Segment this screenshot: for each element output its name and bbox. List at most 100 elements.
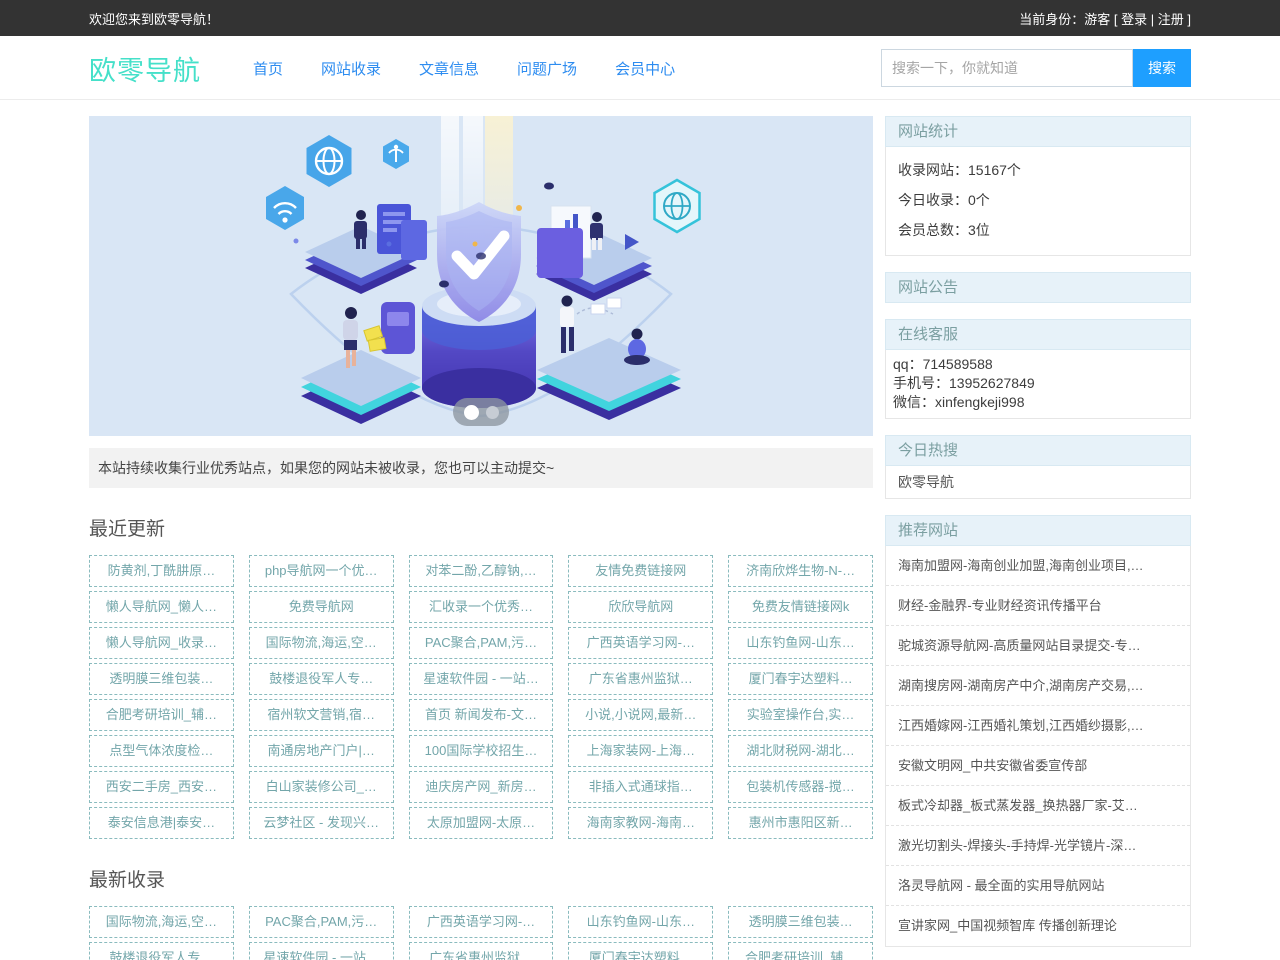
site-link[interactable]: 迪庆房产网_新房… [409, 771, 554, 803]
stat-row: 收录网站：15167个 [898, 155, 1178, 185]
site-link[interactable]: 宿州软文营销,宿… [249, 699, 394, 731]
site-link[interactable]: 泰安信息港|泰安… [89, 807, 234, 839]
panel-recommended-sites: 推荐网站 海南加盟网-海南创业加盟,海南创业项目,…财经-金融界-专业财经资讯传… [885, 515, 1191, 947]
recommended-sites-title: 推荐网站 [885, 515, 1191, 546]
recommended-site-link[interactable]: 湖南搜房网-湖南房产中介,湖南房产交易,… [886, 666, 1190, 706]
online-service-body: qq：714589588手机号：13952627849微信：xinfengkej… [885, 350, 1191, 419]
recommended-site-link[interactable]: 安徽文明网_中共安徽省委宣传部 [886, 746, 1190, 786]
site-link[interactable]: 广东省惠州监狱… [568, 663, 713, 695]
site-link[interactable]: 星速软件园 - 一站… [249, 942, 394, 960]
hot-search-title: 今日热搜 [885, 435, 1191, 466]
nav-item[interactable]: 网站收录 [321, 58, 381, 79]
announcement-title: 网站公告 [885, 272, 1191, 303]
site-link[interactable]: 非插入式通球指… [568, 771, 713, 803]
site-link[interactable]: PAC聚合,PAM,污… [409, 627, 554, 659]
nav-item[interactable]: 问题广场 [517, 58, 577, 79]
site-stats-title: 网站统计 [885, 116, 1191, 147]
site-link[interactable]: 济南欣烨生物-N-… [728, 555, 873, 587]
login-link[interactable]: 登录 [1121, 12, 1147, 27]
site-link[interactable]: php导航网一个优… [249, 555, 394, 587]
site-logo[interactable]: 欧零导航 [89, 49, 201, 88]
sidebar: 网站统计 收录网站：15167个今日收录：0个会员总数：3位 网站公告 在线客服… [885, 116, 1191, 960]
site-link[interactable]: 云梦社区 - 发现兴… [249, 807, 394, 839]
recommended-site-link[interactable]: 江西婚嫁网-江西婚礼策划,江西婚纱摄影,… [886, 706, 1190, 746]
site-link[interactable]: 太原加盟网-太原… [409, 807, 554, 839]
site-link[interactable]: 广西英语学习网-… [409, 906, 554, 938]
search-input[interactable] [881, 49, 1133, 87]
site-link[interactable]: 实验室操作台,实… [728, 699, 873, 731]
welcome-text: 欢迎您来到欧零导航！ [89, 9, 219, 28]
service-contact-line: 微信：xinfengkeji998 [893, 393, 1183, 412]
site-link[interactable]: 小说,小说网,最新… [568, 699, 713, 731]
site-link[interactable]: 懒人导航网_收录… [89, 627, 234, 659]
panel-announcement: 网站公告 [885, 272, 1191, 303]
site-link[interactable]: 海南家教网-海南… [568, 807, 713, 839]
site-link[interactable]: 山东钓鱼网-山东… [728, 627, 873, 659]
panel-site-stats: 网站统计 收录网站：15167个今日收录：0个会员总数：3位 [885, 116, 1191, 256]
register-link[interactable]: 注册 [1158, 12, 1184, 27]
site-link[interactable]: 友情免费链接网 [568, 555, 713, 587]
site-link[interactable]: 上海家装网-上海… [568, 735, 713, 767]
recommended-site-link[interactable]: 激光切割头-焊接头-手持焊-光学镜片-深… [886, 826, 1190, 866]
site-link[interactable]: PAC聚合,PAM,污… [249, 906, 394, 938]
carousel-dot-2[interactable] [486, 406, 499, 419]
recommended-site-link[interactable]: 洛灵导航网 - 最全面的实用导航网站 [886, 866, 1190, 906]
site-link[interactable]: 厦门春宇达塑料… [568, 942, 713, 960]
recent-updates-grid: 防黄剂,丁酰肼原… php导航网一个优… 对苯二酚,乙醇钠,… 友情免费链接网济南欣烨… [89, 555, 873, 839]
site-link[interactable]: 南通房地产门户|… [249, 735, 394, 767]
site-link[interactable]: 透明膜三维包装… [89, 663, 234, 695]
topbar: 欢迎您来到欧零导航！ 当前身份：游客 [ 登录 | 注册 ] [0, 0, 1280, 36]
recommended-sites-body: 海南加盟网-海南创业加盟,海南创业项目,…财经-金融界-专业财经资讯传播平台驼城… [885, 546, 1191, 947]
nav-item[interactable]: 文章信息 [419, 58, 479, 79]
site-link[interactable]: 湖北财税网-湖北… [728, 735, 873, 767]
site-link[interactable]: 对苯二酚,乙醇钠,… [409, 555, 554, 587]
banner-illustration [89, 116, 873, 436]
site-link[interactable]: 免费导航网 [249, 591, 394, 623]
site-link[interactable]: 厦门春宇达塑料… [728, 663, 873, 695]
site-link[interactable]: 防黄剂,丁酰肼原… [89, 555, 234, 587]
recent-updates-title: 最近更新 [89, 514, 873, 541]
site-link[interactable]: 广东省惠州监狱… [409, 942, 554, 960]
identity-status: 当前身份：游客 [ 登录 | 注册 ] [1019, 9, 1191, 28]
recommended-site-link[interactable]: 财经-金融界-专业财经资讯传播平台 [886, 586, 1190, 626]
site-link[interactable]: 懒人导航网_懒人… [89, 591, 234, 623]
carousel-dot-1[interactable] [464, 405, 479, 420]
stat-row: 会员总数：3位 [898, 215, 1178, 245]
site-link[interactable]: 欣欣导航网 [568, 591, 713, 623]
site-link[interactable]: 星速软件园 - 一站… [409, 663, 554, 695]
online-service-title: 在线客服 [885, 319, 1191, 350]
globe-outline-hexagon-icon [655, 180, 700, 232]
site-link[interactable]: 国际物流,海运,空… [249, 627, 394, 659]
site-link[interactable]: 合肥考研培训_辅… [728, 942, 873, 960]
recommended-site-link[interactable]: 海南加盟网-海南创业加盟,海南创业项目,… [886, 546, 1190, 586]
site-link[interactable]: 白山家装修公司_… [249, 771, 394, 803]
site-link[interactable]: 惠州市惠阳区新… [728, 807, 873, 839]
panel-hot-search: 今日热搜 欧零导航 [885, 435, 1191, 499]
site-link[interactable]: 包装机传感器-搅… [728, 771, 873, 803]
notice-bar: 本站持续收集行业优秀站点，如果您的网站未被收录，您也可以主动提交~ [89, 448, 873, 488]
search-button[interactable]: 搜索 [1133, 49, 1191, 87]
recommended-site-link[interactable]: 宣讲家网_中国视频智库 传播创新理论 [886, 906, 1190, 946]
nav-item[interactable]: 首页 [253, 58, 283, 79]
recommended-site-link[interactable]: 板式冷却器_板式蒸发器_换热器厂家-艾… [886, 786, 1190, 826]
hot-search-item[interactable]: 欧零导航 [886, 466, 1190, 498]
site-link[interactable]: 鼓楼退役军人专… [249, 663, 394, 695]
site-link[interactable]: 合肥考研培训_辅… [89, 699, 234, 731]
nav-item[interactable]: 会员中心 [615, 58, 675, 79]
search-bar: 搜索 [881, 49, 1191, 87]
site-link[interactable]: 免费友情链接网k [728, 591, 873, 623]
latest-included-grid: 国际物流,海运,空… PAC聚合,PAM,污… 广西英语学习网-… 山东钓鱼网-山东…… [89, 906, 873, 960]
site-link[interactable]: 国际物流,海运,空… [89, 906, 234, 938]
site-link[interactable]: 汇收录一个优秀… [409, 591, 554, 623]
site-link[interactable]: 首页 新闻发布-文… [409, 699, 554, 731]
site-link[interactable]: 西安二手房_西安… [89, 771, 234, 803]
service-contact-line: 手机号：13952627849 [893, 374, 1183, 393]
site-link[interactable]: 点型气体浓度检… [89, 735, 234, 767]
service-contact-line: qq：714589588 [893, 355, 1183, 374]
site-link[interactable]: 透明膜三维包装… [728, 906, 873, 938]
site-link[interactable]: 山东钓鱼网-山东… [568, 906, 713, 938]
recommended-site-link[interactable]: 驼城资源导航网-高质量网站目录提交-专… [886, 626, 1190, 666]
site-link[interactable]: 广西英语学习网-… [568, 627, 713, 659]
site-link[interactable]: 100国际学校招生… [409, 735, 554, 767]
site-link[interactable]: 鼓楼退役军人专… [89, 942, 234, 960]
